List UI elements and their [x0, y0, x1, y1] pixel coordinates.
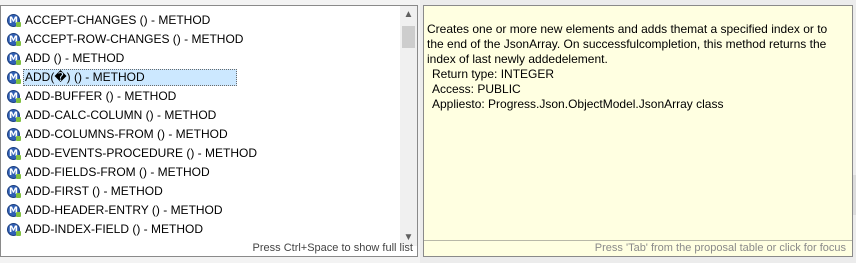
proposal-item[interactable]: M ADD-EVENTS-PROCEDURE () - METHOD	[7, 144, 401, 163]
method-icon: M	[7, 185, 21, 198]
proposal-scrollbar[interactable]: ▲ ▼	[400, 6, 417, 246]
proposal-item-label: ADD-EVENTS-PROCEDURE () - METHOD	[25, 146, 258, 160]
show-full-list-hint: Press Ctrl+Space to show full list	[252, 242, 413, 254]
doc-focus-hint: Press 'Tab' from the proposal table or c…	[594, 242, 846, 254]
proposal-item[interactable]: M ADD () - METHOD	[7, 49, 401, 68]
doc-return-type: Return type: INTEGER	[432, 67, 555, 81]
proposal-item[interactable]: M ADD-FIRST () - METHOD	[7, 182, 401, 201]
proposal-item-label: ADD-INDEX-FIELD () - METHOD	[25, 222, 203, 236]
method-icon: M	[7, 14, 21, 27]
proposal-item-label: ADD () - METHOD	[25, 51, 125, 65]
proposal-item-label: ADD-CALC-COLUMN () - METHOD	[25, 108, 217, 122]
proposal-item-label: ADD-HEADER-ENTRY () - METHOD	[25, 203, 223, 217]
proposal-item-label: ADD(�) () - METHOD	[23, 69, 237, 86]
proposal-item-label: ACCEPT-ROW-CHANGES () - METHOD	[25, 32, 244, 46]
method-icon: M	[7, 204, 21, 217]
method-icon: M	[7, 33, 21, 46]
proposal-item[interactable]: M ADD-CALC-COLUMN () - METHOD	[7, 106, 401, 125]
method-icon: M	[7, 128, 21, 141]
scroll-thumb[interactable]	[402, 26, 415, 48]
content-assist-popup: M ACCEPT-CHANGES () - METHOD M ACCEPT-ROW-C…	[0, 5, 418, 257]
proposal-item-label: ACCEPT-CHANGES () - METHOD	[25, 13, 211, 27]
proposal-item-label: ADD-COLUMNS-FROM () - METHOD	[25, 127, 228, 141]
doc-applies-to: Appliesto: Progress.Json.ObjectModel.Jso…	[432, 97, 724, 111]
method-icon: M	[7, 71, 21, 84]
method-icon: M	[7, 109, 21, 122]
proposal-item-label: ADD-FIELDS-FROM () - METHOD	[25, 165, 210, 179]
proposal-item[interactable]: M ACCEPT-ROW-CHANGES () - METHOD	[7, 30, 401, 49]
doc-focus-hint-bar: Press 'Tab' from the proposal table or c…	[424, 240, 852, 256]
proposal-item[interactable]: M ADD-HEADER-ENTRY () - METHOD	[7, 201, 401, 220]
documentation-popup[interactable]: Creates one or more new elements and add…	[423, 5, 853, 257]
proposal-item[interactable]: M ADD(�) () - METHOD	[7, 68, 401, 87]
documentation-text: Creates one or more new elements and add…	[427, 22, 845, 112]
proposal-item[interactable]: M ADD-FIELDS-FROM () - METHOD	[7, 163, 401, 182]
proposal-item[interactable]: M ADD-COLUMNS-FROM () - METHOD	[7, 125, 401, 144]
method-icon: M	[7, 223, 21, 236]
scroll-up-arrow-icon[interactable]: ▲	[400, 6, 417, 23]
doc-description: Creates one or more new elements and add…	[427, 22, 828, 66]
method-icon: M	[7, 166, 21, 179]
doc-access: Access: PUBLIC	[432, 82, 521, 96]
proposal-item[interactable]: M ADD-BUFFER () - METHOD	[7, 87, 401, 106]
proposal-item[interactable]: M ADD-INDEX-FIELD () - METHOD	[7, 220, 401, 239]
proposal-item-label: ADD-FIRST () - METHOD	[25, 184, 163, 198]
method-icon: M	[7, 147, 21, 160]
method-icon: M	[7, 90, 21, 103]
method-icon: M	[7, 52, 21, 65]
proposal-item-label: ADD-BUFFER () - METHOD	[25, 89, 177, 103]
proposal-list[interactable]: M ACCEPT-CHANGES () - METHOD M ACCEPT-ROW-C…	[7, 11, 401, 239]
proposal-item[interactable]: M ACCEPT-CHANGES () - METHOD	[7, 11, 401, 30]
